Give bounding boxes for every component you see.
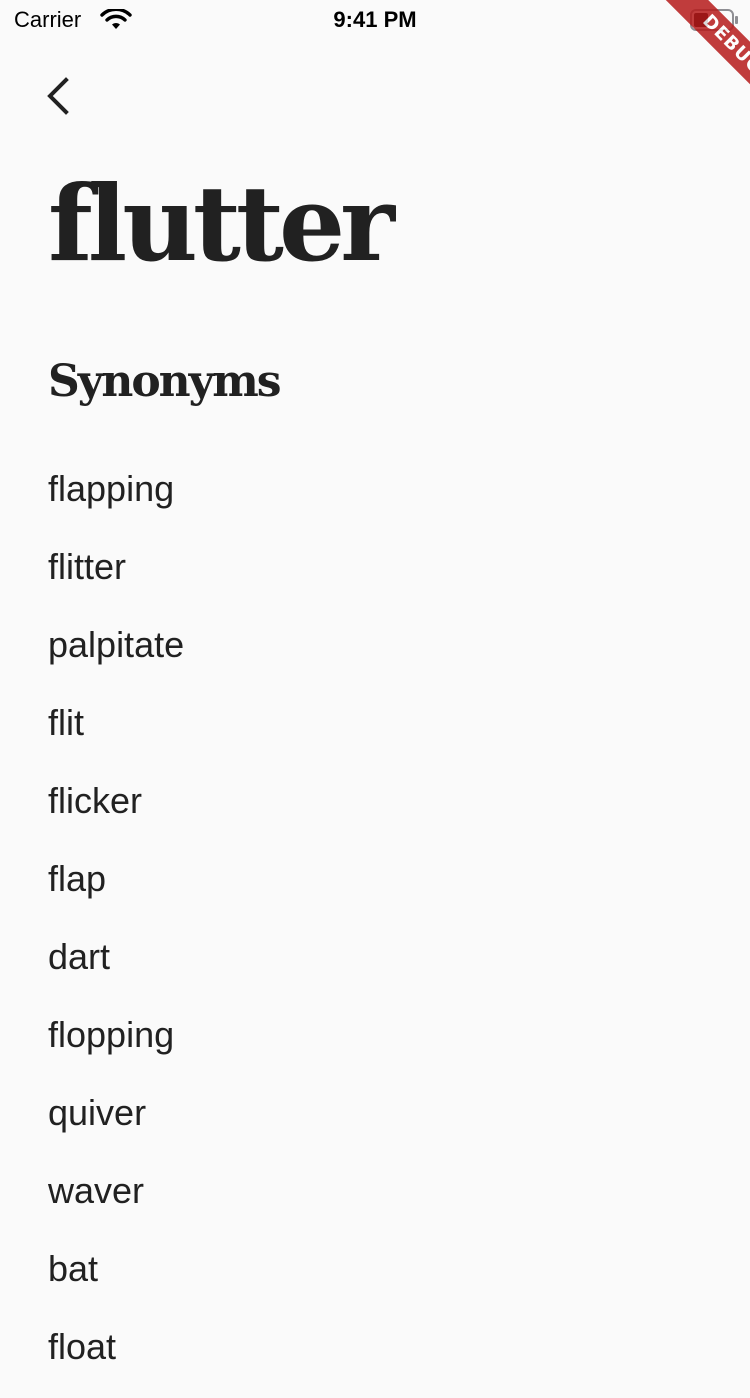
synonym-item[interactable]: quiver (48, 1086, 184, 1164)
synonym-item[interactable]: waver (48, 1164, 184, 1242)
synonym-item[interactable]: flitter (48, 540, 184, 618)
back-button[interactable] (30, 68, 86, 124)
word-title: flutter (48, 162, 395, 285)
debug-banner: DEBUG (630, 0, 750, 120)
debug-banner-label: DEBUG (650, 0, 750, 120)
chevron-left-icon (47, 77, 69, 115)
synonym-item[interactable]: bat (48, 1242, 184, 1320)
synonym-item[interactable]: dart (48, 930, 184, 1008)
synonym-item[interactable]: flapping (48, 462, 184, 540)
synonym-item[interactable]: flap (48, 852, 184, 930)
synonym-item[interactable]: float (48, 1320, 184, 1398)
synonym-item[interactable]: palpitate (48, 618, 184, 696)
synonyms-heading: Synonyms (48, 356, 282, 407)
synonym-list: flapping flitter palpitate flit flicker … (48, 462, 184, 1398)
synonym-item[interactable]: flit (48, 696, 184, 774)
synonym-item[interactable]: flicker (48, 774, 184, 852)
synonym-item[interactable]: flopping (48, 1008, 184, 1086)
